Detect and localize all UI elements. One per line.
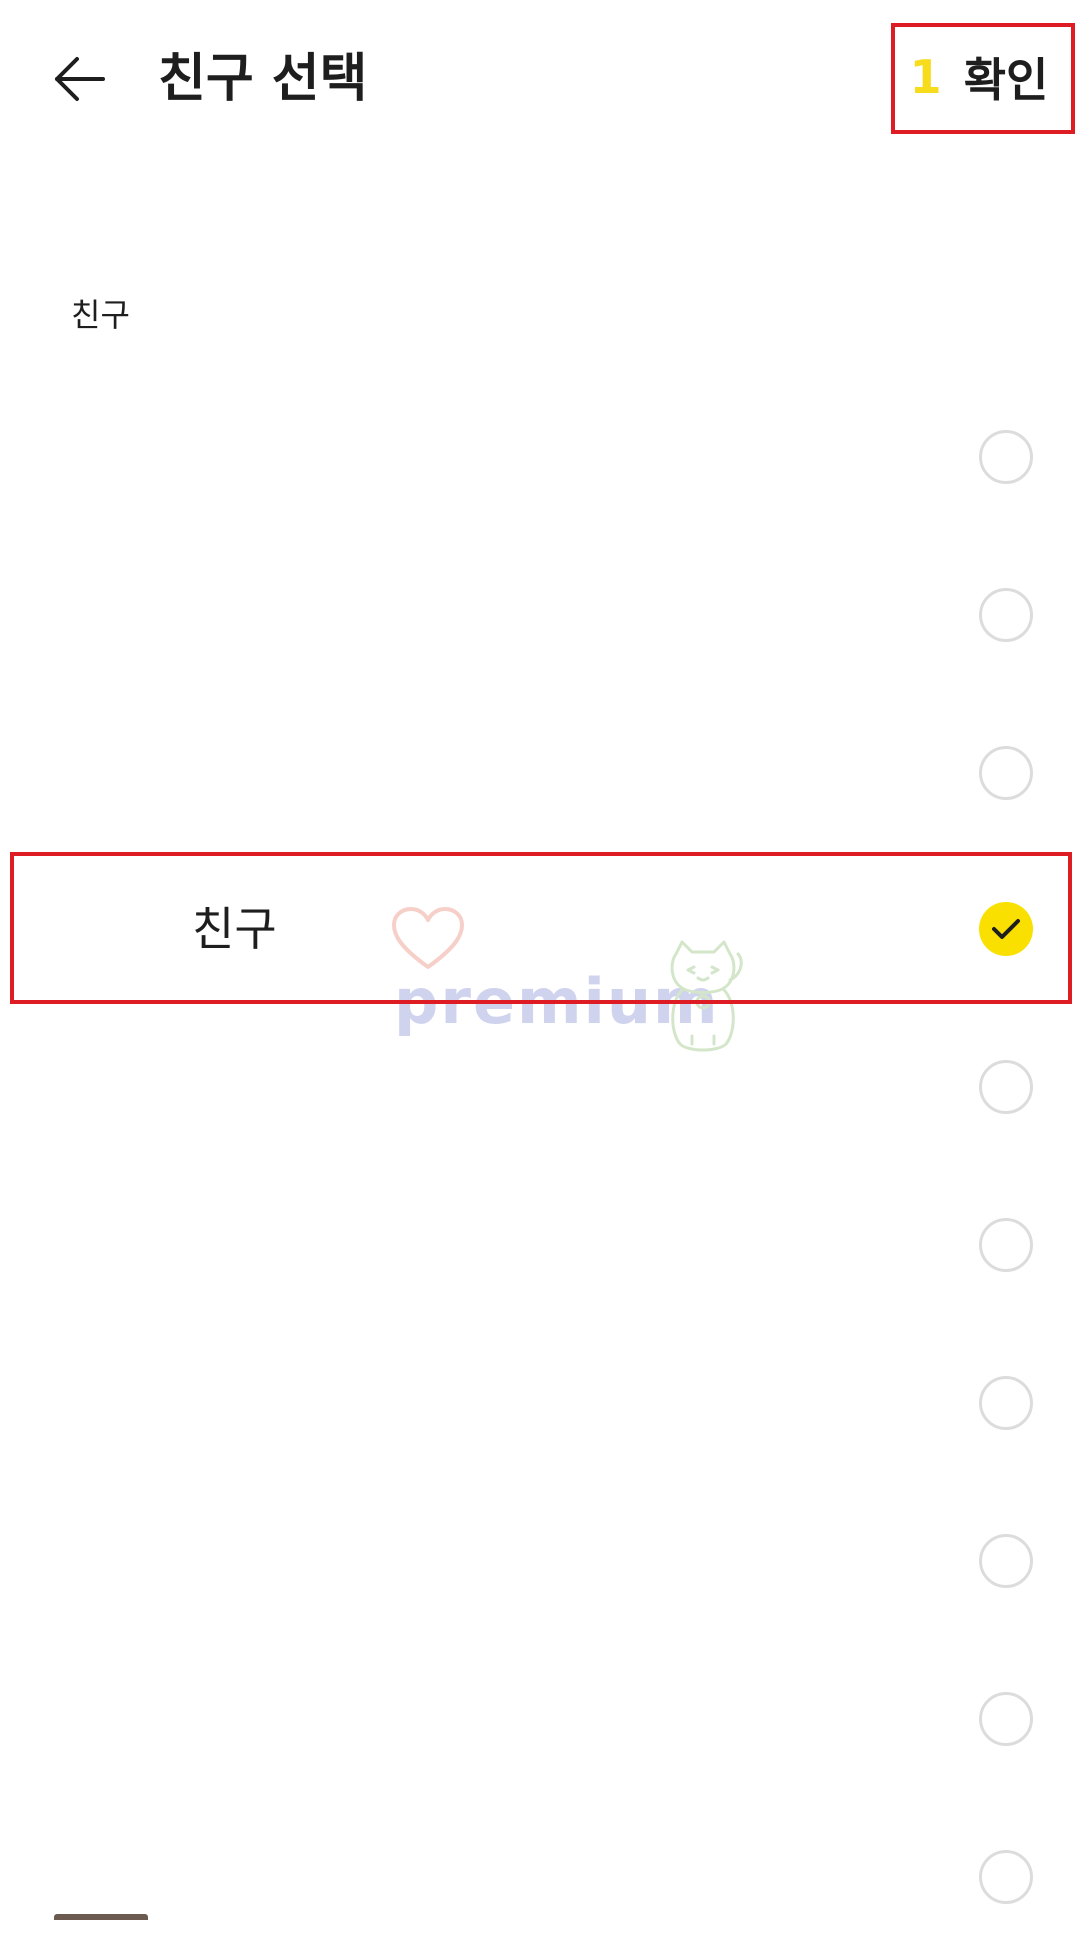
friend-row[interactable] bbox=[0, 1166, 1080, 1324]
friend-row[interactable] bbox=[0, 1324, 1080, 1482]
radio-unchecked[interactable] bbox=[979, 588, 1033, 642]
friend-row[interactable] bbox=[0, 1008, 1080, 1166]
selected-count: 1 bbox=[909, 49, 942, 104]
radio-unchecked[interactable] bbox=[979, 1692, 1033, 1746]
friend-row[interactable] bbox=[0, 1482, 1080, 1640]
check-icon bbox=[992, 919, 1020, 939]
radio-unchecked[interactable] bbox=[979, 1376, 1033, 1430]
radio-checked[interactable] bbox=[979, 902, 1033, 956]
confirm-label: 확인 bbox=[963, 52, 1049, 107]
friend-row[interactable] bbox=[0, 1640, 1080, 1798]
back-button[interactable] bbox=[44, 44, 114, 114]
page-title: 친구 선택 bbox=[158, 49, 368, 109]
arrow-left-icon bbox=[55, 57, 105, 101]
friend-row-selected[interactable]: 친구 bbox=[0, 850, 1080, 1008]
radio-unchecked[interactable] bbox=[979, 1060, 1033, 1114]
friend-row[interactable] bbox=[0, 694, 1080, 852]
radio-unchecked[interactable] bbox=[979, 1850, 1033, 1904]
friend-row[interactable] bbox=[0, 536, 1080, 694]
friend-name: 친구 bbox=[192, 902, 277, 956]
confirm-button[interactable]: 1 확인 bbox=[891, 23, 1067, 130]
radio-unchecked[interactable] bbox=[979, 1218, 1033, 1272]
section-label: 친구 bbox=[71, 296, 130, 334]
radio-unchecked[interactable] bbox=[979, 746, 1033, 800]
radio-unchecked[interactable] bbox=[979, 430, 1033, 484]
radio-unchecked[interactable] bbox=[979, 1534, 1033, 1588]
avatar bbox=[54, 1914, 148, 1920]
friend-row[interactable] bbox=[0, 1798, 1080, 1956]
app-header: 친구 선택 1 확인 bbox=[0, 0, 1080, 160]
friend-row[interactable] bbox=[0, 378, 1080, 536]
